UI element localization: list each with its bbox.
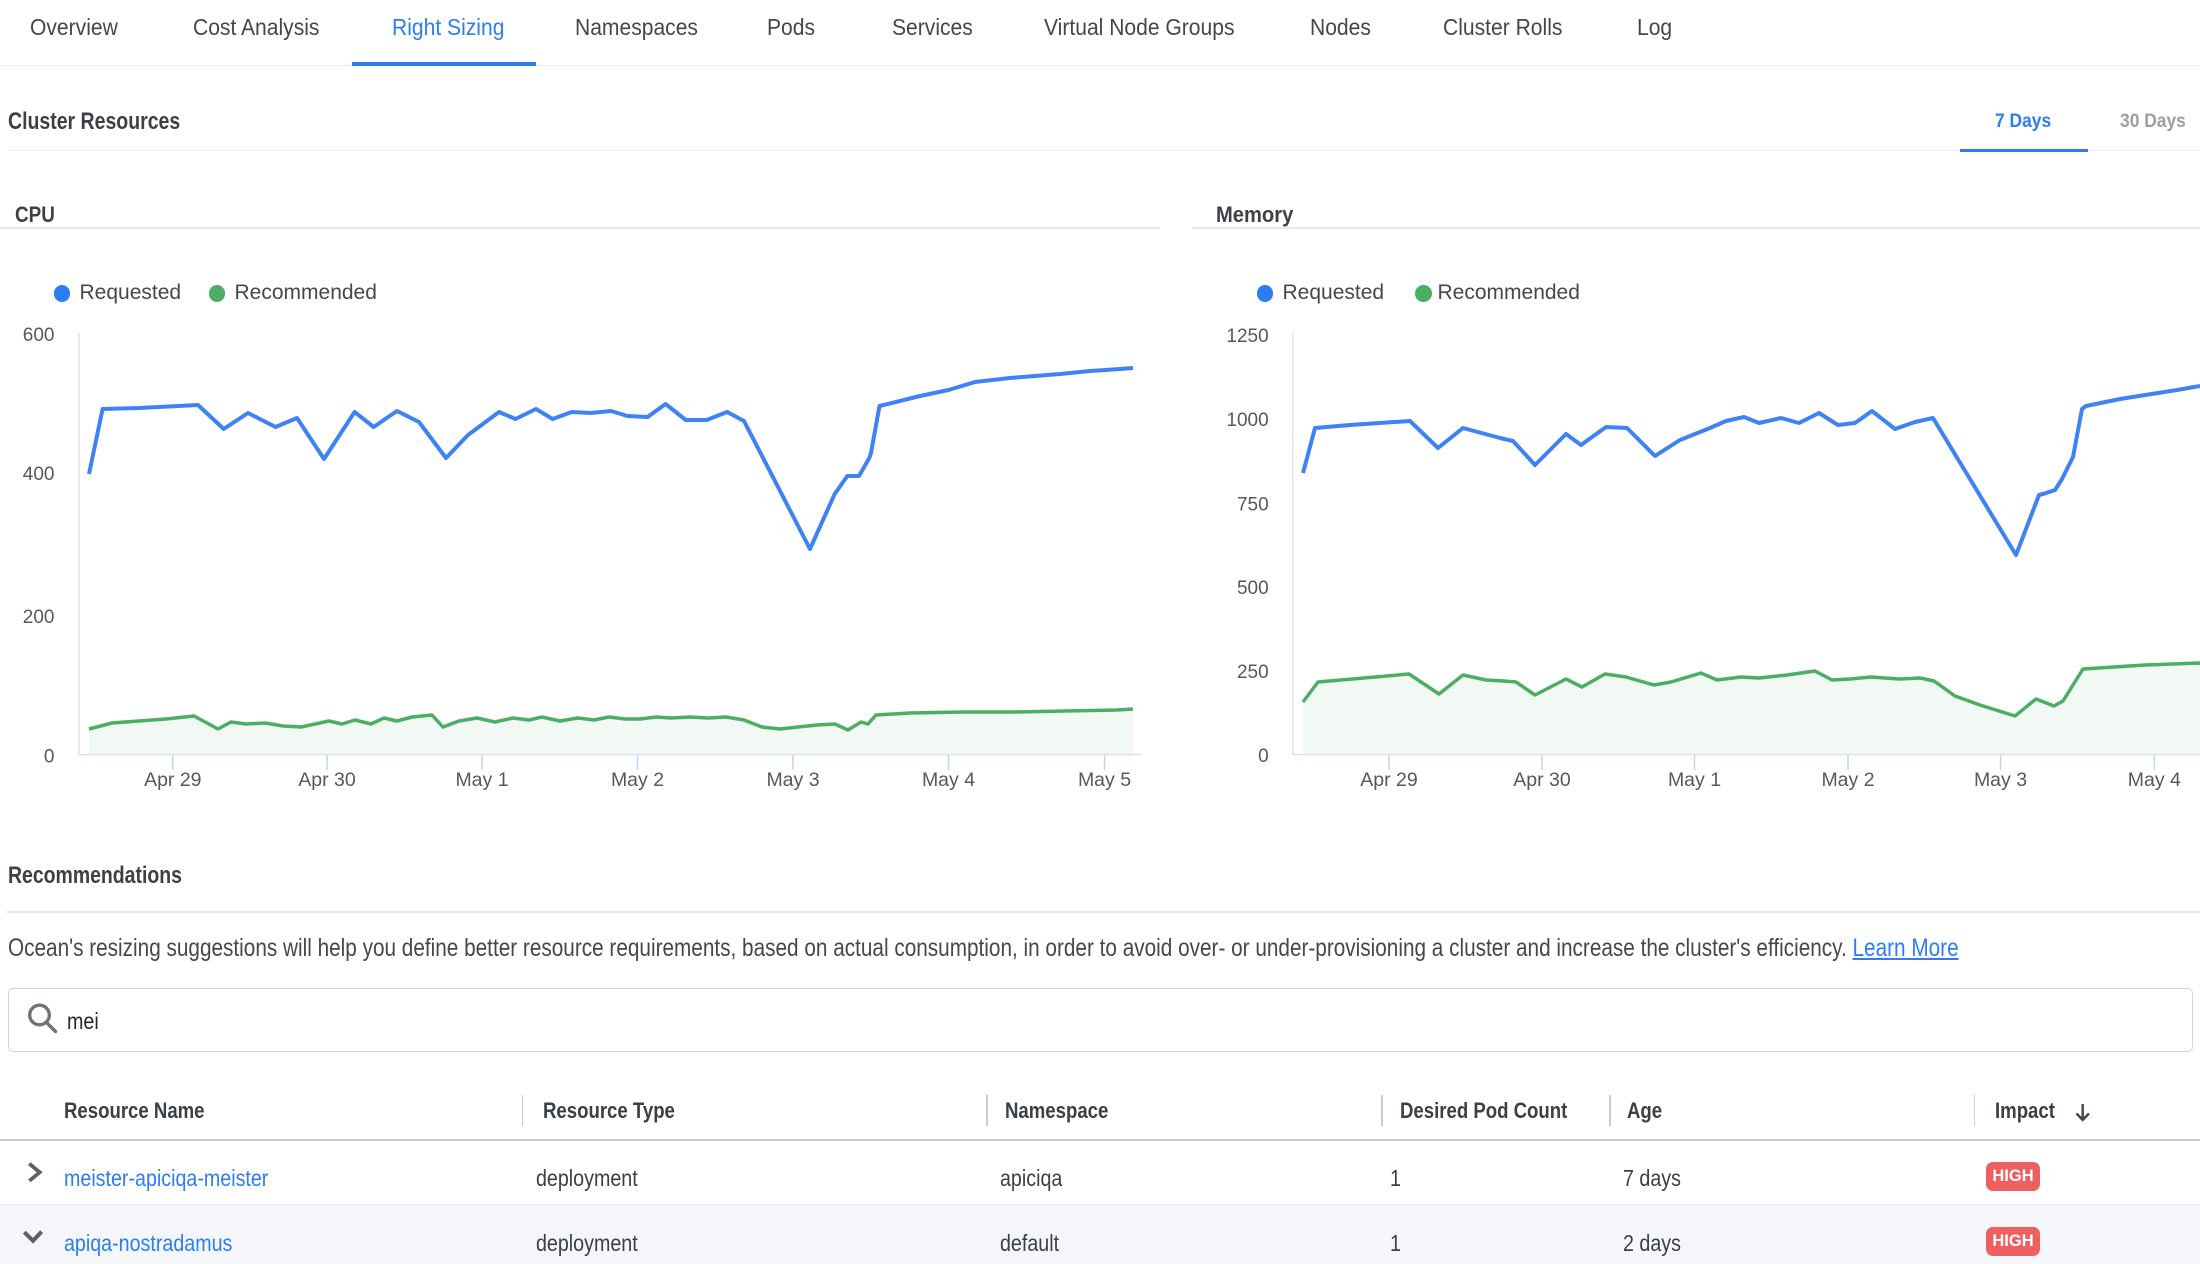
svg-text:200: 200 xyxy=(23,607,55,628)
svg-text:1000: 1000 xyxy=(1226,410,1268,431)
svg-text:Apr 30: Apr 30 xyxy=(298,769,356,791)
svg-text:0: 0 xyxy=(44,746,55,767)
svg-text:May 1: May 1 xyxy=(455,769,508,791)
svg-text:May 5: May 5 xyxy=(1078,769,1131,791)
svg-text:May 4: May 4 xyxy=(2128,769,2181,791)
svg-text:250: 250 xyxy=(1237,662,1269,683)
svg-text:750: 750 xyxy=(1237,494,1269,515)
svg-text:May 3: May 3 xyxy=(766,769,819,791)
svg-text:May 3: May 3 xyxy=(1974,769,2027,791)
svg-text:0: 0 xyxy=(1258,746,1269,767)
svg-text:May 1: May 1 xyxy=(1668,769,1721,791)
svg-text:Apr 30: Apr 30 xyxy=(1513,769,1571,791)
svg-text:400: 400 xyxy=(23,464,55,485)
svg-text:1250: 1250 xyxy=(1226,326,1268,347)
svg-text:Apr 29: Apr 29 xyxy=(1360,769,1417,791)
svg-text:Apr 29: Apr 29 xyxy=(144,769,201,791)
svg-text:May 2: May 2 xyxy=(1821,769,1874,791)
svg-text:500: 500 xyxy=(1237,578,1269,599)
svg-text:600: 600 xyxy=(23,325,55,346)
svg-text:May 4: May 4 xyxy=(922,769,975,791)
svg-text:May 2: May 2 xyxy=(611,769,664,791)
